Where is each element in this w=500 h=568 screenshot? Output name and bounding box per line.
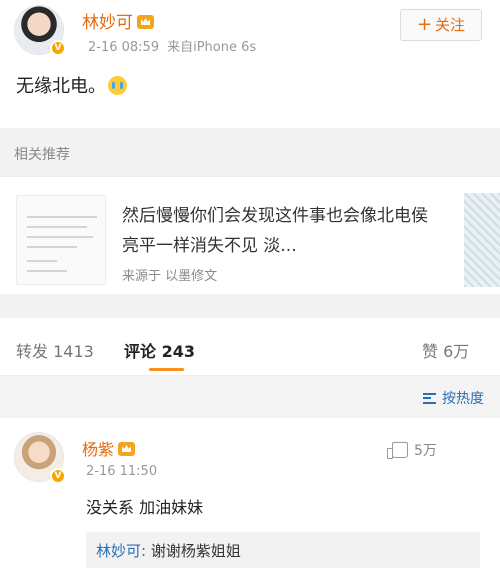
post-date: 2-16 08:59: [88, 40, 160, 55]
vip-crown-icon: [118, 442, 136, 456]
post-meta: 2-16 08:59 来自iPhone 6s: [88, 36, 256, 55]
thumbs-up-icon: [387, 442, 408, 459]
recommend-section-title: 相关推荐: [14, 147, 70, 163]
verified-badge-icon: V: [50, 40, 66, 56]
reply-author[interactable]: 林妙可:: [96, 542, 146, 560]
post-source: 来自iPhone 6s: [167, 40, 257, 55]
verified-badge-icon: V: [50, 468, 66, 484]
sort-label: 按热度: [442, 391, 484, 407]
post-text-content: 无缘北电。: [16, 76, 106, 97]
post-author[interactable]: 林妙可: [82, 8, 154, 33]
post-author-label[interactable]: 林妙可: [82, 13, 133, 33]
tab-reposts[interactable]: 转发 1413: [16, 338, 94, 362]
recommend-thumbnail: [16, 195, 106, 285]
follow-button-label: 关注: [435, 16, 466, 34]
recommend-source: 来源于 以墨修文: [122, 269, 218, 284]
like-count: 5万: [414, 443, 437, 459]
sort-bar: 按热度: [0, 376, 500, 418]
comment-like-button[interactable]: 5万: [387, 440, 437, 460]
recommend-title[interactable]: 然后慢慢你们会发现这件事也会像北电侯亮平一样消失不见 淡...: [122, 201, 432, 261]
post-text: 无缘北电。: [16, 72, 127, 98]
plus-icon: +: [416, 14, 433, 35]
commenter-name[interactable]: 杨紫: [82, 436, 136, 460]
recommend-next-thumbnail[interactable]: [464, 193, 500, 287]
commenter-name-label[interactable]: 杨紫: [82, 440, 114, 459]
reply-preview[interactable]: 林妙可: 谢谢杨紫姐姐: [86, 532, 480, 568]
follow-button[interactable]: + 关注: [400, 9, 482, 41]
interaction-tabs: 转发 1413 评论 243 赞 6万: [0, 318, 500, 376]
sort-by-hot-button[interactable]: 按热度: [423, 388, 484, 408]
comment-item: V 杨紫 2-16 11:50 5万 没关系 加油妹妹 林妙可: 谢谢杨紫姐姐: [0, 418, 500, 568]
reply-text: 谢谢杨紫姐姐: [150, 542, 241, 560]
tab-likes[interactable]: 赞 6万: [422, 338, 469, 362]
tab-comments[interactable]: 评论 243: [124, 338, 195, 362]
vip-crown-icon: [137, 15, 154, 29]
recommend-card[interactable]: 然后慢慢你们会发现这件事也会像北电侯亮平一样消失不见 淡... 来源于 以墨修文: [0, 176, 500, 294]
post-header: V 林妙可 2-16 08:59 来自iPhone 6s + 关注: [0, 0, 500, 60]
active-tab-indicator: [149, 368, 184, 371]
comment-time: 2-16 11:50: [86, 464, 158, 479]
crying-emoji-icon: [108, 76, 127, 95]
comment-text: 没关系 加油妹妹: [86, 498, 204, 517]
sort-icon: [423, 393, 436, 404]
recommend-section-bg: [0, 128, 500, 176]
section-gap: [0, 294, 500, 318]
